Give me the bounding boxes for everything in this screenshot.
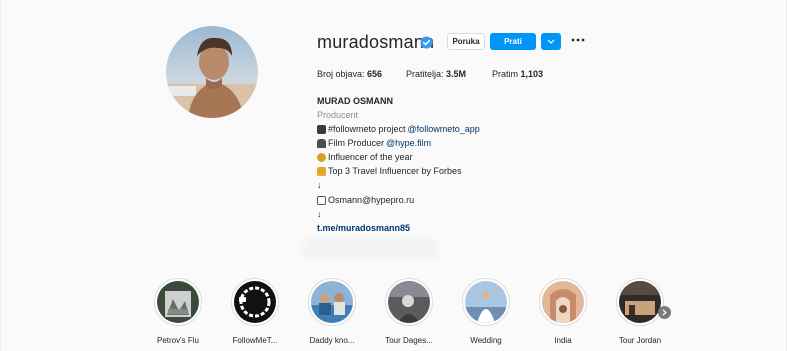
highlight-ring [616,278,664,326]
bio-arrow: ↓ [317,209,322,219]
bio-line-film: Film Producer @hype.film [317,138,431,148]
chevron-right-icon [662,309,667,316]
posts-count: Broj objava: 656 [317,69,382,79]
highlight-item[interactable]: FollowMeT... [225,278,285,345]
highlight-ring [462,278,510,326]
highlight-label: Daddy kno... [309,336,355,345]
highlight-item[interactable]: Tour Dages... [379,278,439,345]
blurred-region [303,239,439,259]
bio-line-forbes: Top 3 Travel Influencer by Forbes [317,166,462,176]
bio-line-project: #followmeto project @followmeto_app [317,124,480,134]
highlight-cover [311,281,353,323]
posts-label: Broj objava: [317,69,365,79]
mailbox-icon [317,195,326,205]
highlight-label: FollowMeT... [232,336,278,345]
highlight-cover [542,281,584,323]
followers-count[interactable]: Pratitelja: 3.5M [406,69,466,79]
highlight-cover [234,281,276,323]
bio-text: Film Producer [328,138,385,148]
chevron-down-icon [547,39,555,44]
highlight-label: Wedding [470,336,502,345]
highlight-item[interactable]: India [533,278,593,345]
highlight-cover [465,281,507,323]
profile-category: Producent [317,110,359,120]
clapperboard-icon [317,124,326,134]
profile-username: muradosmann [317,32,435,52]
follow-button[interactable]: Prati [490,33,536,50]
bio-line-influencer: Influencer of the year [317,152,413,162]
highlight-item[interactable]: Petrov's Flu [148,278,208,345]
highlight-cover [157,281,199,323]
highlight-item[interactable]: Wedding [456,278,516,345]
film-camera-icon [317,138,326,148]
bio-website-link[interactable]: t.me/muradosmann85 [317,223,410,233]
highlight-label: India [554,336,572,345]
highlight-cover [619,281,661,323]
highlight-ring [308,278,356,326]
highlight-item[interactable]: Daddy kno... [302,278,362,345]
verified-badge-icon [420,36,433,49]
bio-email: Osmann@hypepro.ru [328,195,415,205]
followmeto-app-link[interactable]: @followmeto_app [408,124,480,134]
bio-line-email: Osmann@hypepro.ru [317,195,414,205]
bio-text: Top 3 Travel Influencer by Forbes [328,166,462,176]
hype-film-link[interactable]: @hype.film [386,138,431,148]
message-button[interactable]: Poruka [447,33,485,50]
following-label: Pratim [492,69,519,79]
following-value: 1,103 [520,69,544,79]
profile-avatar[interactable] [166,26,258,118]
bio-text: #followmeto project [328,124,406,134]
highlight-ring [154,278,202,326]
followers-value: 3.5M [446,69,467,79]
highlights-next-button[interactable] [658,306,671,319]
bio-arrow: ↓ [317,180,322,190]
highlight-ring [231,278,279,326]
highlight-label: Tour Dages... [385,336,433,345]
highlight-label: Tour Jordan [618,336,662,345]
medal-icon [317,152,326,162]
highlight-cover [388,281,430,323]
trophy-icon [317,166,326,176]
profile-full-name: MURAD OSMANN [317,96,393,106]
following-count[interactable]: Pratim 1,103 [492,69,543,79]
highlight-ring [539,278,587,326]
followers-label: Pratitelja: [406,69,444,79]
posts-value: 656 [367,69,383,79]
suggested-dropdown-button[interactable] [541,33,561,50]
highlight-ring [385,278,433,326]
profile-page: muradosmann Poruka Prati Broj objava: 65… [0,0,787,351]
highlight-label: Petrov's Flu [157,336,199,345]
bio-text: Influencer of the year [328,152,413,162]
more-options-icon[interactable] [570,36,586,44]
